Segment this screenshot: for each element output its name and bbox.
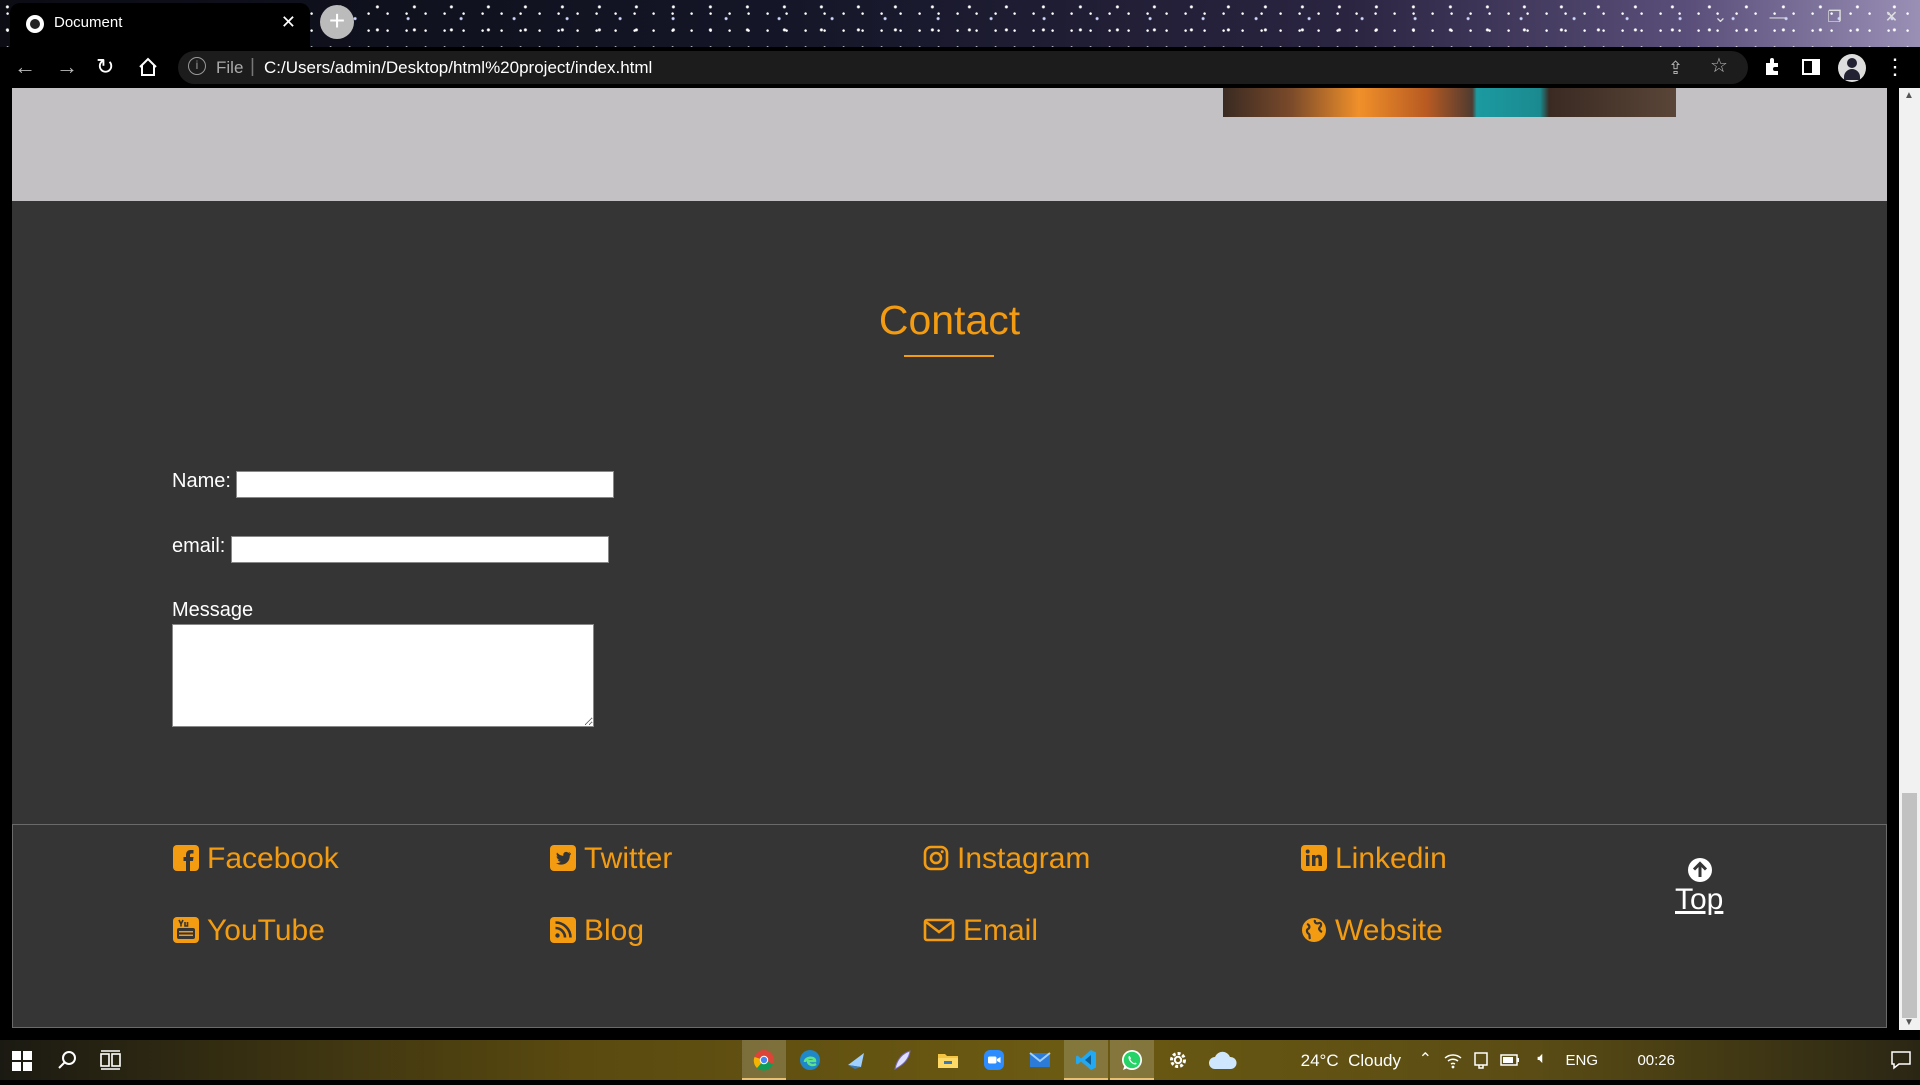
scroll-down-icon[interactable]: ▼ (1904, 1017, 1914, 1028)
about-section-bottom (12, 88, 1887, 201)
chrome-taskbar-icon[interactable] (742, 1040, 786, 1080)
device-icon[interactable] (1472, 1051, 1490, 1069)
share-icon[interactable]: ⇪ (1668, 56, 1683, 80)
scrollbar-thumb[interactable] (1902, 793, 1917, 1018)
settings-taskbar-icon[interactable] (1156, 1040, 1200, 1080)
instagram-link[interactable]: Instagram (923, 841, 1090, 877)
tab-title: Document (54, 14, 123, 31)
mail-taskbar-icon[interactable] (1018, 1040, 1062, 1080)
close-window-button[interactable]: ✕ (1863, 0, 1920, 36)
instagram-label: Instagram (957, 842, 1091, 875)
blog-label: Blog (584, 914, 645, 947)
search-icon[interactable] (57, 1050, 77, 1070)
heading-underline (904, 355, 994, 357)
info-icon[interactable]: i (188, 57, 206, 75)
social-footer: Facebook Twitter Instagram Linkedin YouT… (12, 824, 1887, 1028)
youtube-label: YouTube (207, 914, 325, 947)
linkedin-label: Linkedin (1335, 842, 1447, 875)
contact-heading: Contact (878, 297, 1021, 343)
weather-text[interactable]: 24°C Cloudy (1301, 1051, 1401, 1071)
facebook-icon (173, 845, 199, 871)
globe-icon (1302, 918, 1326, 942)
back-icon[interactable]: ← (14, 55, 36, 79)
linkedin-icon (1301, 845, 1327, 871)
battery-icon[interactable] (1500, 1052, 1520, 1068)
email-input[interactable] (231, 536, 609, 563)
minimize-button[interactable]: — (1749, 0, 1806, 36)
scroll-up-icon[interactable]: ▲ (1904, 90, 1914, 101)
home-icon[interactable] (138, 57, 158, 77)
url-text[interactable]: C:/Users/admin/Desktop/html%20project/in… (264, 58, 652, 78)
clock-time[interactable]: 00:26 (1637, 1052, 1675, 1069)
page-viewport: Contact Name: email: Message Facebook Tw… (0, 88, 1920, 1030)
menu-icon[interactable]: ⋮ (1884, 55, 1906, 79)
extensions-icon[interactable] (1762, 57, 1782, 77)
reload-icon[interactable]: ↻ (96, 55, 114, 79)
top-label: Top (1675, 883, 1724, 916)
name-label: Name: (172, 470, 231, 492)
browser-toolbar: ← → ↻ i File | C:/Users/admin/Desktop/ht… (0, 47, 1920, 88)
twitter-label: Twitter (584, 842, 673, 875)
restore-button[interactable]: ❐ (1806, 0, 1863, 36)
windows-taskbar: 24°C Cloudy ⌃ 🔈︎ ENG 00:26 (0, 1040, 1920, 1080)
forward-icon[interactable]: → (56, 55, 78, 79)
sidepanel-icon[interactable] (1801, 57, 1821, 77)
profile-avatar-icon[interactable] (1838, 54, 1866, 82)
notification-icon[interactable] (1890, 1050, 1912, 1070)
whatsapp-taskbar-icon[interactable] (1110, 1040, 1154, 1080)
twitter-link[interactable]: Twitter (550, 841, 672, 877)
browser-titlebar: Document ✕ + ⌄ — ❐ ✕ (0, 0, 1920, 47)
chevron-up-icon[interactable]: ⌃ (1419, 1049, 1432, 1069)
envelope-icon (923, 918, 955, 942)
blog-link[interactable]: Blog (550, 913, 644, 949)
profile-photo (1223, 88, 1676, 117)
file-explorer-taskbar-icon[interactable] (926, 1040, 970, 1080)
cloud-icon[interactable] (1208, 1049, 1238, 1071)
linkedin-link[interactable]: Linkedin (1301, 841, 1447, 877)
instagram-icon (923, 845, 949, 871)
facebook-link[interactable]: Facebook (173, 841, 339, 877)
email-label: Email (963, 914, 1039, 947)
youtube-icon (173, 917, 199, 943)
page-favicon-icon (26, 15, 44, 33)
email-label: email: (172, 535, 226, 557)
address-bar[interactable]: i File | C:/Users/admin/Desktop/html%20p… (178, 51, 1748, 84)
volume-icon[interactable]: 🔈︎ (1537, 1050, 1547, 1068)
vscode-taskbar-icon[interactable] (1064, 1040, 1108, 1080)
feather-taskbar-icon[interactable] (880, 1040, 924, 1080)
twitter-icon (550, 845, 576, 871)
scheme-label: File (216, 58, 244, 77)
website-label: Website (1335, 914, 1443, 947)
back-to-top-link[interactable]: Top (1675, 857, 1723, 917)
browser-tab[interactable]: Document ✕ (10, 3, 310, 47)
new-tab-button[interactable]: + (320, 5, 354, 39)
name-input[interactable] (236, 471, 614, 498)
task-view-icon[interactable] (100, 1050, 122, 1070)
facebook-label: Facebook (207, 842, 339, 875)
windows-start-icon[interactable] (12, 1051, 32, 1071)
tab-close-icon[interactable]: ✕ (281, 12, 296, 33)
rss-icon (550, 917, 576, 943)
message-label: Message (172, 599, 254, 621)
wifi-icon[interactable] (1444, 1051, 1462, 1069)
contact-section: Contact Name: email: Message (12, 201, 1887, 824)
app-taskbar-icon[interactable] (834, 1040, 878, 1080)
tab-search-chevron-icon[interactable]: ⌄ (1692, 0, 1749, 36)
edge-taskbar-icon[interactable] (788, 1040, 832, 1080)
star-icon[interactable]: ☆ (1710, 54, 1728, 78)
arrow-up-circle-icon (1688, 858, 1712, 882)
youtube-link[interactable]: YouTube (173, 913, 325, 949)
language-indicator[interactable]: ENG (1565, 1052, 1598, 1069)
address-separator: | (250, 56, 255, 77)
zoom-taskbar-icon[interactable] (972, 1040, 1016, 1080)
message-textarea[interactable] (172, 624, 594, 727)
page-scrollbar[interactable]: ▲ ▼ (1899, 88, 1920, 1030)
email-link[interactable]: Email (923, 913, 1038, 949)
website-link[interactable]: Website (1301, 913, 1443, 949)
